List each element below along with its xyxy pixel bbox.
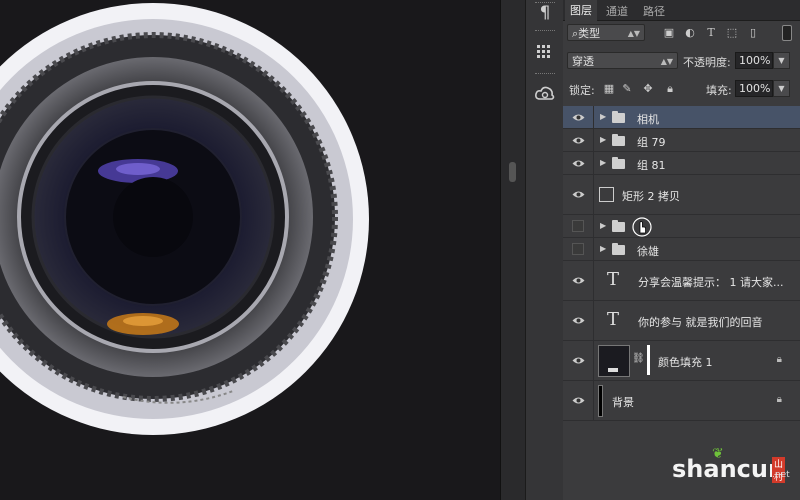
expand-triangle-icon[interactable]: ▶ <box>600 112 606 121</box>
layer-name: 背景 <box>612 396 634 409</box>
layer-name: 组 81 <box>637 159 666 172</box>
lock-transparent-icon[interactable]: ▦ <box>601 82 617 96</box>
lock-icon: 🔒︎ <box>776 394 782 405</box>
eye-icon[interactable] <box>563 129 594 151</box>
expand-triangle-icon[interactable]: ▶ <box>600 158 606 167</box>
link-chain-icon[interactable]: ⛓ <box>632 353 645 364</box>
watermark-suffix: .net <box>772 470 790 480</box>
folder-icon <box>612 243 625 255</box>
chevron-updown-icon: ▲▼ <box>660 57 673 66</box>
eye-icon[interactable] <box>563 341 594 380</box>
text-layer-icon: T <box>607 309 620 330</box>
layer-row[interactable]: ⛓ 颜色填充 1 🔒︎ <box>563 341 800 381</box>
empty-visibility-box <box>572 243 584 255</box>
background-thumbnail <box>598 385 603 417</box>
eye-icon[interactable] <box>563 301 594 340</box>
tab-layers[interactable]: 图层 <box>565 0 597 21</box>
site-watermark: shancun ❦ 山村 .net <box>672 446 790 483</box>
folder-icon <box>612 220 625 232</box>
creative-cloud-icon[interactable] <box>533 83 557 105</box>
divider <box>535 73 555 76</box>
lock-label: 锁定: <box>569 84 595 97</box>
fill-input[interactable]: 100% <box>735 80 773 97</box>
layer-name: 矩形 2 拷贝 <box>622 190 680 203</box>
opacity-input[interactable]: 100% <box>735 52 773 69</box>
text-filter-icon[interactable]: T <box>703 26 719 40</box>
leaf-icon: ❦ <box>712 446 724 462</box>
glyph-grid-icon[interactable] <box>533 42 557 64</box>
canvas-scroll-strip[interactable] <box>500 0 526 500</box>
visibility-toggle[interactable] <box>563 238 594 260</box>
lock-paint-icon[interactable]: ✎ <box>619 82 635 96</box>
layer-name: 徐雄 <box>637 245 659 258</box>
layer-row[interactable]: T 你的参与 就是我们的回音 <box>563 301 800 341</box>
shape-layer-icon <box>599 187 614 202</box>
layer-name: 组 79 <box>637 136 666 149</box>
adjustment-filter-icon[interactable]: ◐ <box>682 26 698 40</box>
camera-lens-artwork <box>0 3 369 435</box>
document-canvas[interactable] <box>0 0 500 500</box>
empty-visibility-box <box>572 220 584 232</box>
layer-name: 分享会温馨提示： 1 请大家... <box>638 276 784 289</box>
paragraph-icon[interactable]: ¶ <box>533 2 557 24</box>
eye-icon[interactable] <box>563 106 594 128</box>
filter-type-label: 类型 <box>578 27 601 40</box>
eye-icon[interactable] <box>563 152 594 174</box>
panel-icon-bar: ¶ <box>525 0 564 500</box>
opacity-label: 不透明度: <box>683 56 731 69</box>
layer-row[interactable]: 背景 🔒︎ <box>563 381 800 421</box>
tab-paths[interactable]: 路径 <box>643 3 665 19</box>
opacity-dropdown[interactable]: ▼ <box>773 52 790 69</box>
layer-name: 你的参与 就是我们的回音 <box>638 316 763 329</box>
scroll-grip[interactable] <box>509 162 516 182</box>
watermark-brand: shancun <box>672 455 786 483</box>
folder-icon <box>612 134 625 146</box>
lock-icon: 🔒︎ <box>776 354 782 365</box>
chevron-updown-icon: ▲▼ <box>627 29 640 38</box>
pixel-filter-icon[interactable]: ▣ <box>661 26 677 40</box>
folder-icon <box>612 157 625 169</box>
layer-row[interactable]: T 分享会温馨提示： 1 请大家... <box>563 261 800 301</box>
fill-label: 填充: <box>706 84 732 97</box>
visibility-toggle[interactable] <box>563 215 594 237</box>
divider <box>535 30 555 33</box>
filter-type-select[interactable]: ⌕类型 ▲▼ <box>567 24 645 41</box>
expand-triangle-icon[interactable]: ▶ <box>600 135 606 144</box>
fill-layer-thumbnail <box>598 345 630 377</box>
eye-icon[interactable] <box>563 261 594 300</box>
text-layer-icon: T <box>607 269 620 290</box>
expand-triangle-icon[interactable]: ▶ <box>600 221 606 230</box>
lock-position-icon[interactable]: ✥ <box>640 82 656 96</box>
panel-tabs: 图层 通道 路径 <box>563 0 800 21</box>
filter-toggle[interactable] <box>782 25 792 41</box>
eye-icon[interactable] <box>563 381 594 420</box>
shape-filter-icon[interactable]: ⬚ <box>724 26 740 40</box>
tab-channels[interactable]: 通道 <box>606 3 628 19</box>
eye-icon[interactable] <box>563 175 594 214</box>
layers-panel: 图层 通道 路径 ⌕类型 ▲▼ ▣ ◐ T ⬚ ▯ 穿透 ▲▼ 不透明度: 10… <box>563 0 800 500</box>
layer-name: 相机 <box>637 113 659 126</box>
layer-row[interactable]: ▶ 相机 <box>563 106 800 129</box>
layer-row[interactable]: ▶ <box>563 215 800 238</box>
layer-name: 颜色填充 1 <box>658 356 713 369</box>
layer-mask-thumbnail <box>647 345 650 375</box>
layer-row[interactable]: 矩形 2 拷贝 <box>563 175 800 215</box>
hand-cursor-icon <box>632 217 652 237</box>
smart-object-filter-icon[interactable]: ▯ <box>745 26 761 40</box>
blend-mode-value: 穿透 <box>572 55 594 68</box>
layer-row[interactable]: ▶ 组 81 <box>563 152 800 175</box>
layer-row[interactable]: ▶ 组 79 <box>563 129 800 152</box>
lock-all-icon[interactable]: 🔒︎ <box>662 82 678 96</box>
layer-row[interactable]: ▶ 徐雄 <box>563 238 800 261</box>
blend-mode-select[interactable]: 穿透 ▲▼ <box>567 52 678 69</box>
expand-triangle-icon[interactable]: ▶ <box>600 244 606 253</box>
folder-icon <box>612 111 625 123</box>
fill-dropdown[interactable]: ▼ <box>773 80 790 97</box>
